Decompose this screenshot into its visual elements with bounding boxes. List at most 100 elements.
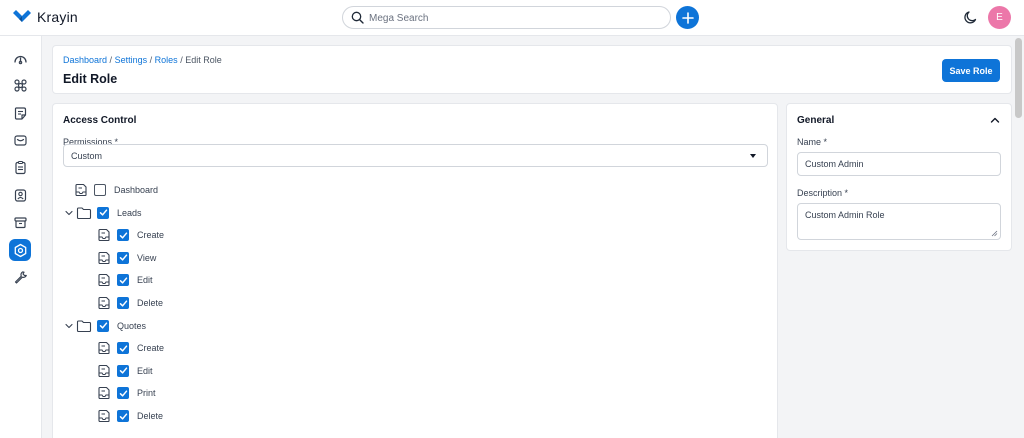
permission-checkbox[interactable] — [117, 342, 129, 355]
chevron-down-icon[interactable] — [65, 210, 73, 216]
permission-checkbox[interactable] — [97, 319, 109, 332]
user-avatar[interactable]: E — [988, 6, 1011, 29]
dark-mode-toggle-icon[interactable] — [963, 10, 978, 25]
permission-checkbox[interactable] — [97, 206, 109, 219]
general-card: General Name * Custom Admin Description … — [786, 103, 1012, 251]
permissions-selected-value: Custom — [71, 151, 103, 161]
access-control-card: Access Control Permissions * Custom Dash… — [52, 103, 778, 438]
permission-row: Dashboard — [74, 182, 158, 198]
sidebar — [0, 36, 42, 438]
general-title: General — [797, 115, 835, 126]
permission-label: Delete — [137, 298, 164, 308]
sidebar-item-settings[interactable] — [9, 239, 31, 261]
chevron-down-icon[interactable] — [65, 323, 73, 329]
search-icon — [351, 11, 364, 24]
permission-row: Create — [97, 227, 164, 243]
permission-checkbox[interactable] — [117, 229, 129, 242]
breadcrumb-current: Edit Role — [185, 55, 222, 65]
permissions-select[interactable]: Custom — [63, 144, 768, 167]
save-role-button[interactable]: Save Role — [942, 59, 1000, 82]
krayin-logo-icon — [13, 10, 31, 22]
sidebar-item-activities[interactable] — [9, 156, 31, 178]
breadcrumb-separator: / — [180, 55, 183, 65]
permission-label: Create — [137, 343, 165, 354]
avatar-initial: E — [996, 12, 1003, 23]
permission-row: Leads — [64, 205, 142, 221]
sidebar-item-configuration[interactable] — [9, 266, 31, 288]
sidebar-item-leads[interactable] — [9, 74, 31, 96]
permission-checkbox[interactable] — [117, 364, 129, 377]
permission-checkbox[interactable] — [94, 184, 106, 196]
description-label: Description * — [797, 188, 849, 198]
checkmark-icon — [99, 209, 107, 216]
checkmark-icon — [119, 232, 127, 239]
activities-icon — [14, 160, 26, 174]
sidebar-item-dashboard[interactable] — [9, 47, 31, 69]
expand-toggle[interactable] — [64, 205, 74, 221]
top-bar: Krayin E — [0, 0, 1024, 36]
permission-label: Delete — [137, 411, 164, 421]
permission-file-icon — [98, 296, 110, 310]
name-input[interactable]: Custom Admin — [797, 152, 1001, 176]
expand-toggle[interactable] — [64, 318, 74, 334]
permission-row: Edit — [97, 363, 153, 379]
chevron-up-icon[interactable] — [990, 116, 1000, 124]
permission-file-icon — [98, 364, 110, 377]
page-title: Edit Role — [63, 72, 118, 86]
breadcrumb-roles[interactable]: Roles — [155, 55, 178, 65]
breadcrumb-separator: / — [149, 55, 153, 65]
permission-checkbox[interactable] — [117, 274, 129, 287]
permission-label: View — [137, 252, 157, 263]
scrollbar-thumb[interactable] — [1015, 38, 1022, 118]
breadcrumb: Dashboard / Settings / Roles / Edit Role — [63, 55, 222, 65]
breadcrumb-settings[interactable]: Settings — [115, 55, 148, 65]
quick-create-button[interactable] — [676, 6, 699, 29]
contacts-icon — [14, 188, 26, 202]
search-input[interactable] — [369, 10, 659, 26]
mega-search[interactable] — [342, 6, 671, 29]
quotes-icon — [14, 106, 26, 120]
description-value: Custom Admin Role — [805, 210, 885, 220]
sidebar-item-quotes[interactable] — [9, 102, 31, 124]
sidebar-item-contacts[interactable] — [9, 184, 31, 206]
breadcrumb-separator: / — [109, 55, 113, 65]
brand-name: Krayin — [37, 9, 78, 25]
permission-label: Dashboard — [114, 185, 159, 195]
permission-row: Create — [97, 340, 164, 356]
permission-checkbox[interactable] — [117, 410, 129, 422]
permission-label: Create — [137, 230, 165, 241]
brand-logo[interactable]: Krayin — [12, 9, 78, 25]
resize-handle-icon[interactable] — [991, 230, 998, 237]
name-value: Custom Admin — [805, 159, 864, 169]
plus-icon — [681, 11, 694, 24]
settings-icon — [14, 243, 26, 257]
permission-row: Delete — [97, 408, 163, 424]
dashboard-icon — [13, 55, 27, 64]
checkmark-icon — [119, 277, 127, 284]
permission-file-icon — [98, 229, 110, 242]
permission-checkbox[interactable] — [117, 387, 129, 400]
breadcrumb-dashboard[interactable]: Dashboard — [63, 55, 107, 65]
checkmark-icon — [119, 345, 127, 352]
permission-file-icon — [98, 342, 110, 355]
permission-file-icon — [98, 409, 110, 423]
checkmark-icon — [99, 322, 107, 329]
access-control-title: Access Control — [63, 115, 137, 126]
sidebar-item-products[interactable] — [9, 211, 31, 233]
checkmark-icon — [119, 367, 127, 374]
sidebar-item-mail[interactable] — [9, 129, 31, 151]
description-textarea[interactable]: Custom Admin Role — [797, 203, 1001, 240]
checkmark-icon — [119, 299, 127, 307]
permission-row: Edit — [97, 272, 153, 288]
dropdown-caret-icon — [750, 154, 756, 158]
mail-icon — [13, 134, 27, 146]
permission-checkbox[interactable] — [117, 297, 129, 309]
folder-icon — [76, 320, 92, 332]
permission-checkbox[interactable] — [117, 251, 129, 264]
permission-label: Edit — [137, 365, 153, 376]
page-scrollbar[interactable] — [1013, 36, 1024, 438]
products-icon — [13, 216, 27, 228]
permission-row: Print — [97, 385, 156, 401]
permission-file-icon — [98, 274, 110, 287]
checkmark-icon — [119, 254, 127, 261]
